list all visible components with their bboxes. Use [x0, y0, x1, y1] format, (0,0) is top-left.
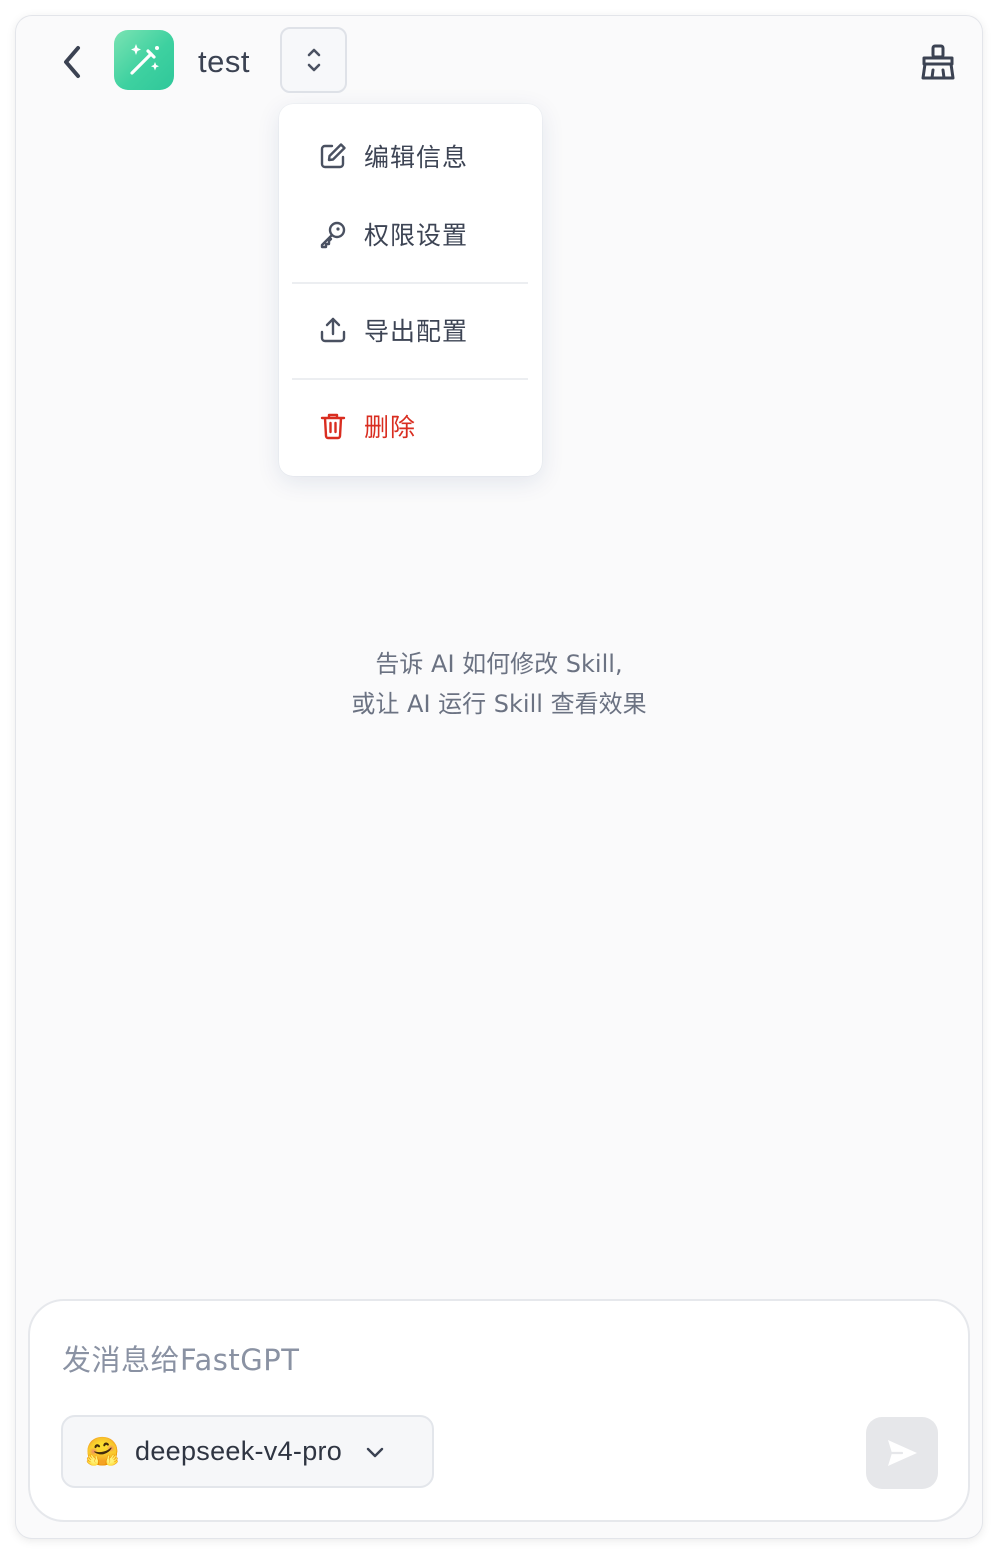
- trash-icon: [317, 410, 349, 442]
- chevron-up-down-icon: [307, 48, 320, 72]
- app-actions-menu: 编辑信息 权限设置 导出配置 删除: [279, 104, 542, 476]
- broom-icon: [921, 44, 955, 80]
- send-icon: [888, 1440, 917, 1466]
- menu-item-label: 删除: [364, 413, 417, 442]
- menu-item-edit-info[interactable]: 编辑信息: [291, 126, 530, 186]
- menu-item-label: 编辑信息: [364, 143, 469, 172]
- empty-chat-tip: 告诉 AI 如何修改 Skill, 或让 AI 运行 Skill 查看效果: [16, 644, 982, 724]
- key-icon: [317, 218, 349, 250]
- edit-icon: [317, 140, 349, 172]
- chevron-down-icon: [364, 1440, 388, 1464]
- menu-item-label: 权限设置: [364, 221, 469, 250]
- tip-line-1: 告诉 AI 如何修改 Skill,: [375, 650, 623, 678]
- skill-editor-panel: test 编辑信息 权限设置 导出配置 删除 告诉 AI 如何修改 Skill,…: [16, 16, 982, 1538]
- model-avatar-icon: 🤗: [85, 1435, 120, 1467]
- app-title: test: [198, 44, 250, 79]
- send-button[interactable]: [866, 1417, 938, 1489]
- menu-item-export-config[interactable]: 导出配置: [291, 300, 530, 360]
- app-switch-button[interactable]: [280, 27, 347, 93]
- chat-composer: 发消息给FastGPT 🤗 deepseek-v4-pro: [28, 1299, 970, 1522]
- menu-item-permissions[interactable]: 权限设置: [291, 204, 530, 264]
- model-name: deepseek-v4-pro: [135, 1436, 343, 1466]
- menu-divider: [292, 378, 528, 380]
- magic-wand-icon: [130, 44, 159, 75]
- model-select[interactable]: 🤗 deepseek-v4-pro: [61, 1415, 434, 1488]
- tip-line-2: 或让 AI 运行 Skill 查看效果: [351, 690, 647, 718]
- app-avatar: [114, 30, 174, 90]
- upload-icon: [317, 314, 349, 346]
- chevron-left-icon: [64, 46, 80, 78]
- clear-chat-button[interactable]: [914, 40, 962, 84]
- menu-item-delete[interactable]: 删除: [291, 396, 530, 456]
- menu-item-label: 导出配置: [364, 317, 469, 346]
- back-button[interactable]: [54, 42, 90, 82]
- message-input[interactable]: 发消息给FastGPT: [62, 1337, 299, 1379]
- menu-divider: [292, 282, 528, 284]
